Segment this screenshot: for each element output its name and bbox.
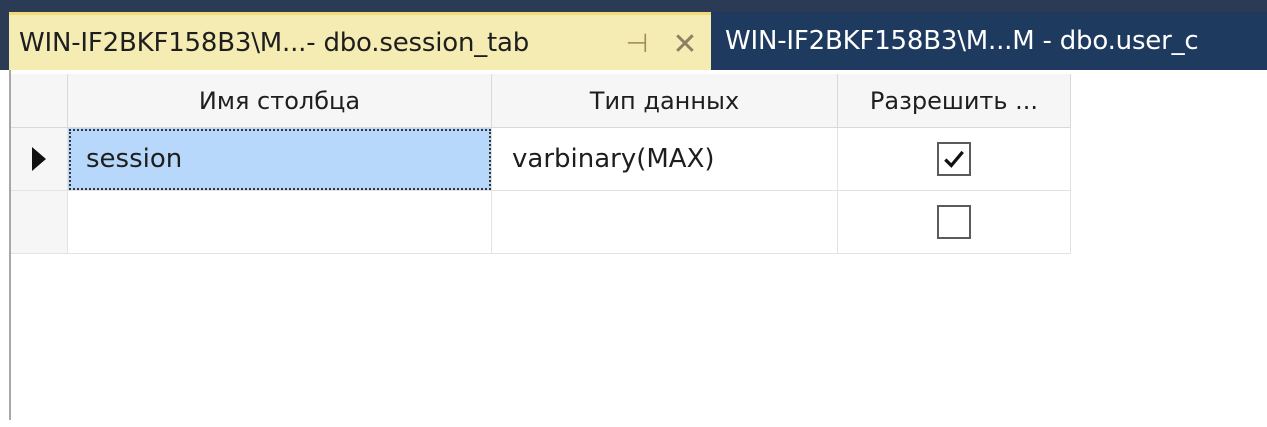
table-row-new-cell-allow-nulls[interactable] <box>838 191 1071 254</box>
row-selector-new[interactable] <box>11 191 68 254</box>
table-row-cell-type[interactable]: varbinary(MAX) <box>492 128 838 191</box>
tab-session-tab[interactable]: WIN-IF2BKF158B3\M...- dbo.session_tab ⊣ … <box>9 12 711 70</box>
current-row-arrow-icon <box>32 147 46 171</box>
column-header-type[interactable]: Тип данных <box>492 74 838 128</box>
table-row-new-cell-name[interactable] <box>68 191 492 254</box>
tab-user-table[interactable]: WIN-IF2BKF158B3\M...M - dbo.user_c <box>711 12 1267 70</box>
pin-icon[interactable]: ⊣ <box>619 15 655 70</box>
allow-nulls-checkbox[interactable] <box>937 142 971 176</box>
row-selector-current[interactable] <box>11 128 68 191</box>
tab-title-session-tab: WIN-IF2BKF158B3\M...- dbo.session_tab <box>19 27 530 58</box>
column-header-name[interactable]: Имя столбца <box>68 74 492 128</box>
allow-nulls-checkbox-empty[interactable] <box>937 205 971 239</box>
table-row-cell-name[interactable]: session <box>68 128 492 191</box>
table-row-new-cell-type[interactable] <box>492 191 838 254</box>
document-tabstrip: WIN-IF2BKF158B3\M...- dbo.session_tab ⊣ … <box>0 0 1267 70</box>
column-header-allow-nulls[interactable]: Разрешить ... <box>838 74 1071 128</box>
row-header-corner <box>11 74 68 128</box>
check-icon <box>944 150 964 168</box>
tab-title-user-table: WIN-IF2BKF158B3\M...M - dbo.user_c <box>725 26 1199 56</box>
close-icon[interactable]: ✕ <box>667 15 703 70</box>
table-row-cell-allow-nulls[interactable] <box>838 128 1071 191</box>
